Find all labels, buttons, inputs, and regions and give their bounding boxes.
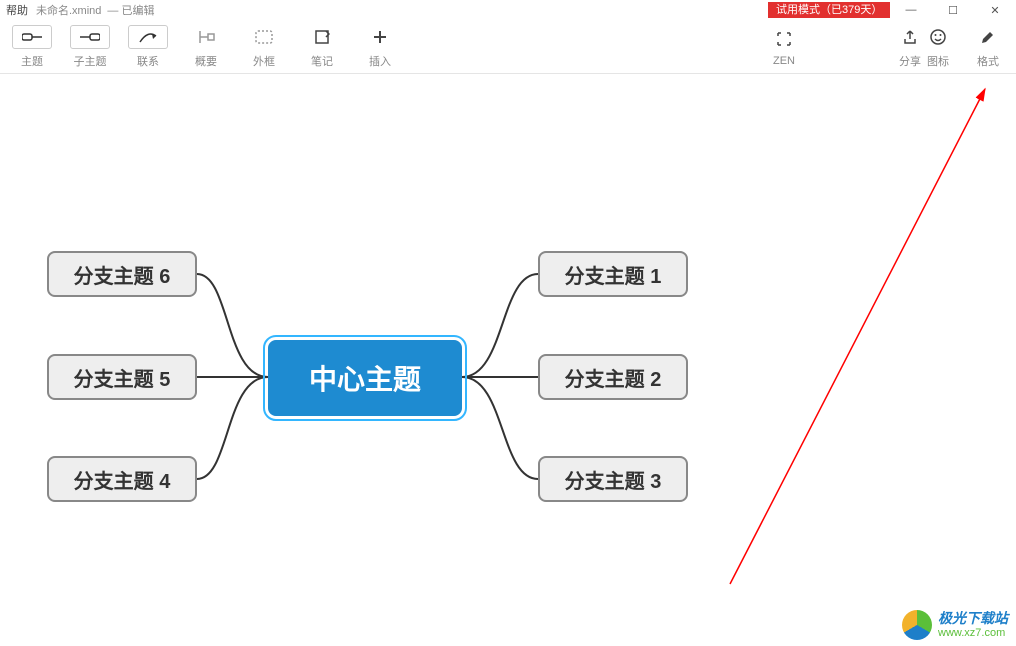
toolbar-right-group: ZEN 分享 (754, 25, 940, 69)
zen-button[interactable]: ZEN (754, 25, 814, 69)
branch-topic-4[interactable]: 分支主题 4 (47, 456, 197, 502)
topic-button[interactable]: 主题 (6, 25, 58, 69)
watermark-logo-icon (902, 610, 932, 640)
filename-label: 未命名.xmind (36, 2, 101, 18)
branch-topic-3[interactable]: 分支主题 3 (538, 456, 688, 502)
branch-topic-2[interactable]: 分支主题 2 (538, 354, 688, 400)
watermark: 极光下载站 www.xz7.com (902, 610, 1008, 640)
branch-topic-1[interactable]: 分支主题 1 (538, 251, 688, 297)
summary-label: 概要 (195, 53, 217, 69)
topic-label: 主题 (21, 53, 43, 69)
note-button[interactable]: 笔记 (296, 25, 348, 69)
trial-mode-badge: 试用模式（已379天） (768, 2, 890, 18)
relationship-icon (128, 25, 168, 49)
watermark-name: 极光下载站 (938, 610, 1008, 627)
subtopic-button[interactable]: 子主题 (64, 25, 116, 69)
smiley-icon (918, 25, 958, 49)
subtopic-label: 子主题 (74, 53, 107, 69)
icons-label: 图标 (927, 53, 949, 69)
relationship-label: 联系 (137, 53, 159, 69)
relationship-button[interactable]: 联系 (122, 25, 174, 69)
icons-button[interactable]: 图标 (916, 25, 960, 69)
note-icon (302, 25, 342, 49)
branch-topic-6[interactable]: 分支主题 6 (47, 251, 197, 297)
summary-icon (186, 25, 226, 49)
note-label: 笔记 (311, 53, 333, 69)
format-icon (968, 25, 1008, 49)
insert-button[interactable]: 插入 (354, 25, 406, 69)
boundary-icon (244, 25, 284, 49)
boundary-button[interactable]: 外框 (238, 25, 290, 69)
insert-icon (360, 25, 400, 49)
help-menu[interactable]: 帮助 (6, 2, 28, 18)
toolbar: 主题 子主题 联系 概要 外框 (0, 20, 1016, 74)
format-label: 格式 (977, 53, 999, 69)
toolbar-left-group: 主题 子主题 联系 概要 外框 (6, 25, 406, 69)
zen-label: ZEN (773, 55, 795, 67)
branch-topic-5[interactable]: 分支主题 5 (47, 354, 197, 400)
zen-icon (764, 27, 804, 51)
close-button[interactable]: ✕ (974, 0, 1016, 20)
maximize-button[interactable]: ☐ (932, 0, 974, 20)
central-topic[interactable]: 中心主题 (268, 340, 462, 416)
watermark-url: www.xz7.com (938, 627, 1008, 640)
minimize-button[interactable]: — (890, 0, 932, 20)
toolbar-far-right-group: 图标 格式 (916, 25, 1010, 69)
edited-label: — 已编辑 (107, 2, 154, 18)
boundary-label: 外框 (253, 53, 275, 69)
insert-label: 插入 (369, 53, 391, 69)
format-button[interactable]: 格式 (966, 25, 1010, 69)
window-controls: — ☐ ✕ (890, 0, 1016, 20)
topic-icon (12, 25, 52, 49)
mindmap-canvas[interactable]: 中心主题 分支主题 1 分支主题 2 分支主题 3 分支主题 6 分支主题 5 … (0, 74, 1016, 646)
subtopic-icon (70, 25, 110, 49)
summary-button[interactable]: 概要 (180, 25, 232, 69)
